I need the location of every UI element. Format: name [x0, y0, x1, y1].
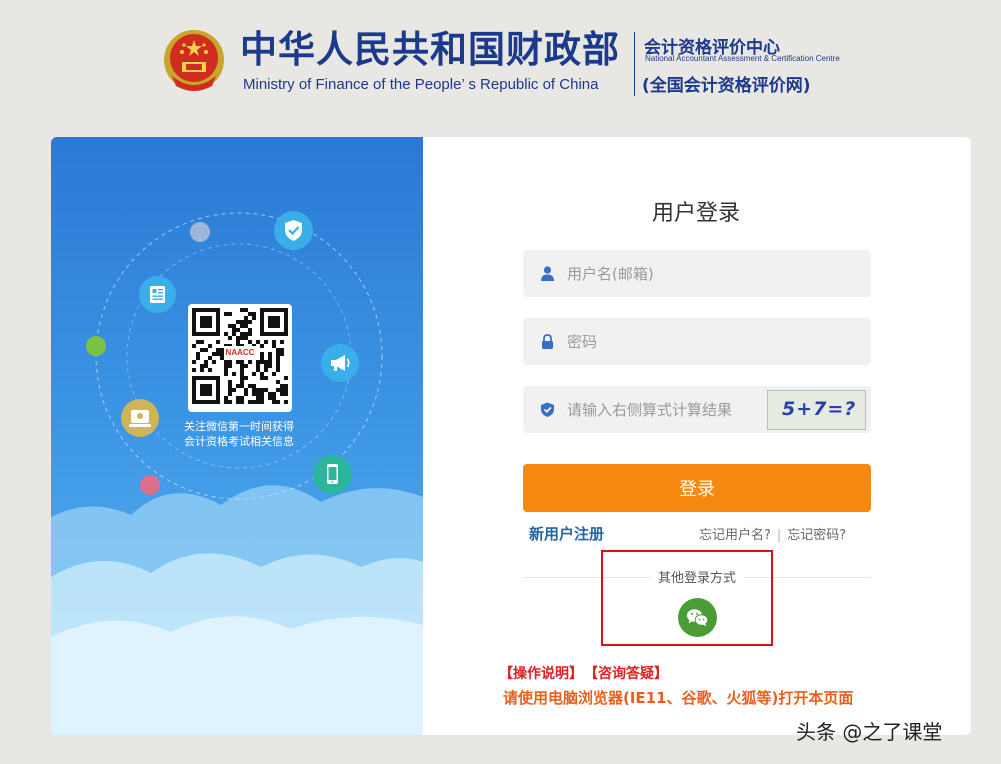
username-input[interactable] [567, 250, 797, 297]
highlight-annotation-box [601, 550, 773, 646]
register-link[interactable]: 新用户注册 [529, 523, 604, 544]
login-title: 用户登录 [423, 195, 971, 227]
login-card: NAACC 关注微信第一时间获得 会计资格考试相关信息 用户登录 5+7=? 登… [51, 137, 971, 735]
wechat-qr-code: NAACC [188, 304, 292, 412]
login-panel: 用户登录 5+7=? 登录 新用户注册 忘记用户名?|忘记密码? 其他登录方式 [423, 137, 971, 735]
national-emblem-logo [162, 28, 226, 94]
forgot-username-link[interactable]: 忘记用户名? [699, 528, 771, 543]
captcha-field[interactable]: 5+7=? [523, 386, 871, 433]
qr-logo-text: NAACC [224, 346, 256, 360]
promo-panel: NAACC 关注微信第一时间获得 会计资格考试相关信息 [51, 137, 423, 735]
faq-link[interactable]: 【咨询答疑】 [591, 666, 668, 682]
watermark-text: 头条 @之了课堂 [796, 720, 943, 744]
qr-caption-line1: 关注微信第一时间获得 [184, 420, 294, 433]
phone-icon [313, 455, 352, 494]
ministry-name-chinese: 中华人民共和国财政部 [240, 28, 620, 71]
lock-icon [542, 334, 553, 349]
operation-guide-link[interactable]: 【操作说明】 [499, 666, 583, 682]
captcha-text: 5+7=? [782, 398, 857, 420]
news-icon [139, 276, 176, 313]
qr-caption-line2: 会计资格考试相关信息 [184, 435, 294, 448]
help-links: 【操作说明】 【咨询答疑】 [499, 663, 676, 683]
decor-dot-pink [140, 475, 160, 495]
shield-check-icon [541, 402, 554, 417]
qr-caption: 关注微信第一时间获得 会计资格考试相关信息 [169, 419, 309, 449]
center-name-english: National Accountant Assessment & Certifi… [645, 54, 840, 63]
shield-check-icon [274, 211, 313, 250]
center-network-name: (全国会计资格评价网) [642, 76, 811, 96]
ministry-name-english: Ministry of Finance of the People’ s Rep… [243, 76, 599, 93]
browser-notice: 请使用电脑浏览器(IE11、谷歌、火狐等)打开本页面 [503, 689, 854, 707]
password-input[interactable] [567, 318, 797, 365]
forgot-links: 忘记用户名? | 忘记密码? [699, 524, 846, 543]
header-divider [634, 32, 635, 96]
password-field[interactable] [523, 318, 871, 365]
captcha-input[interactable] [567, 386, 762, 433]
username-field[interactable] [523, 250, 871, 297]
captcha-image[interactable]: 5+7=? [767, 390, 866, 430]
megaphone-icon [321, 344, 359, 382]
decor-dot-green [86, 336, 106, 356]
badge-icon [121, 399, 159, 437]
user-icon [541, 266, 554, 281]
forgot-separator: | [776, 528, 782, 543]
login-title-text: 用户登录 [651, 201, 740, 226]
login-button[interactable]: 登录 [523, 464, 871, 512]
decor-dot-gray [190, 222, 210, 242]
forgot-password-link[interactable]: 忘记密码? [787, 528, 846, 543]
site-header: 中华人民共和国财政部 Ministry of Finance of the Pe… [0, 0, 1001, 110]
